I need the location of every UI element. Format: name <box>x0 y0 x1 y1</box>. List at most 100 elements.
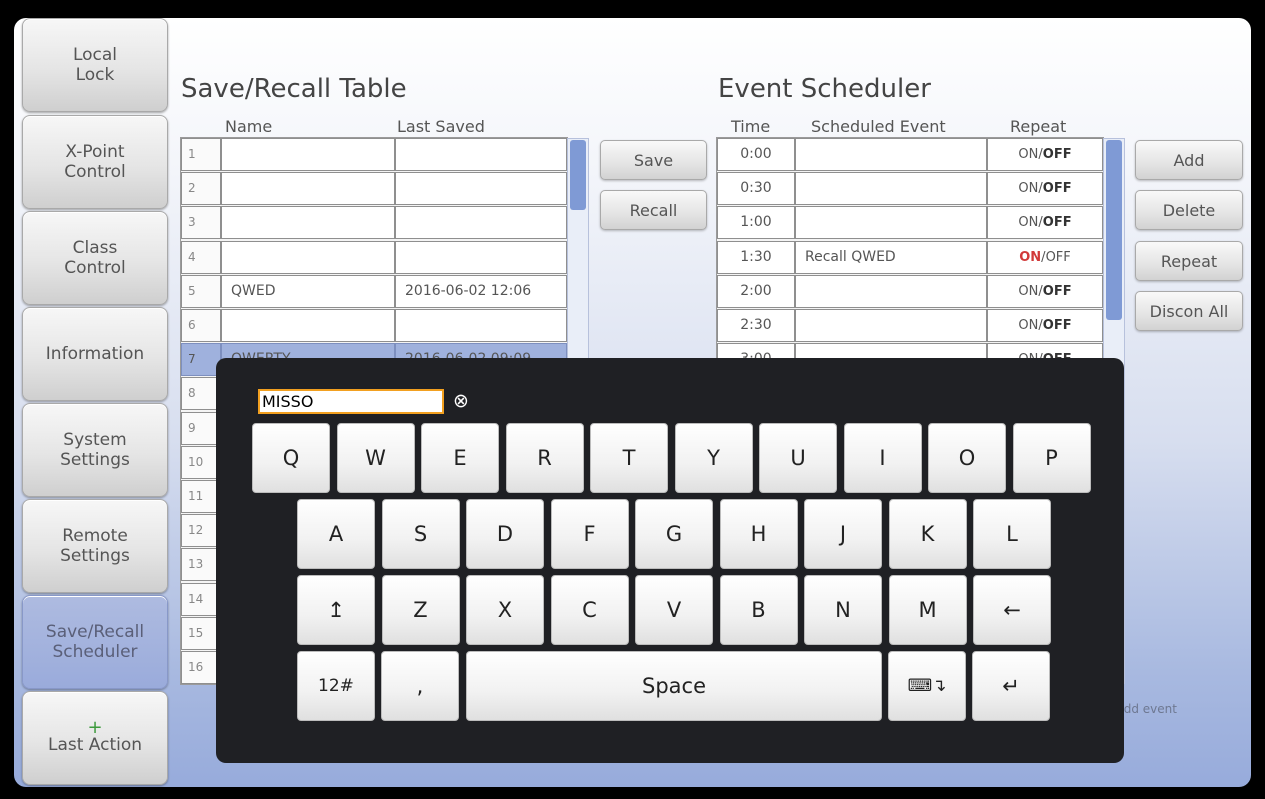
column-header-last-saved: Last Saved <box>397 117 485 136</box>
row-number: 8 <box>181 377 221 411</box>
row-name: QWED <box>221 274 395 308</box>
sidebar-item-information[interactable]: Information <box>22 307 168 401</box>
onscreen-keyboard: MISSO ⊗ Q W E R T Y U I O P A S D F G H J K L ↥ Z X C V B N M ← 12#,… <box>216 358 1124 763</box>
key-x[interactable]: X <box>466 575 544 645</box>
recall-button[interactable]: Recall <box>600 190 707 230</box>
schedule-row[interactable]: 2:30 ON/OFF <box>717 309 1103 342</box>
sidebar-item-class-control[interactable]: Class Control <box>22 211 168 305</box>
key-u[interactable]: U <box>759 423 837 493</box>
schedule-time: 0:00 <box>717 138 795 171</box>
row-number: 14 <box>181 582 221 616</box>
sidebar-item-save-recall-scheduler[interactable]: Save/Recall Scheduler <box>22 595 168 689</box>
key-comma[interactable]: , <box>381 651 459 721</box>
save-recall-scrollbar-thumb[interactable] <box>570 140 586 210</box>
scheduled-event <box>795 172 987 206</box>
key-c[interactable]: C <box>550 575 629 645</box>
sidebar-item-label: Class Control <box>64 238 126 278</box>
row-number: 11 <box>181 480 221 513</box>
save-button[interactable]: Save <box>600 140 707 180</box>
key-y[interactable]: Y <box>674 423 753 493</box>
key-o[interactable]: O <box>928 423 1006 493</box>
row-number: 1 <box>181 138 221 171</box>
backspace-key[interactable]: ← <box>973 575 1051 645</box>
table-row[interactable]: 6 <box>181 309 567 342</box>
row-number: 10 <box>181 445 221 479</box>
column-header-scheduled-event: Scheduled Event <box>811 117 946 136</box>
key-z[interactable]: Z <box>381 575 460 645</box>
save-recall-title: Save/Recall Table <box>181 74 407 104</box>
schedule-row[interactable]: 1:30 Recall QWED ON/OFF <box>717 240 1103 274</box>
key-h[interactable]: H <box>719 499 798 569</box>
repeat-toggle[interactable]: ON/OFF <box>987 206 1103 240</box>
row-number: 6 <box>181 309 221 342</box>
key-r[interactable]: R <box>505 423 584 493</box>
key-s[interactable]: S <box>381 499 460 569</box>
key-q[interactable]: Q <box>252 423 330 493</box>
key-t[interactable]: T <box>590 423 668 493</box>
schedule-row[interactable]: 1:00 ON/OFF <box>717 206 1103 240</box>
row-number: 3 <box>181 206 221 240</box>
key-n[interactable]: N <box>804 575 882 645</box>
key-v[interactable]: V <box>635 575 713 645</box>
numbers-symbols-key[interactable]: 12# <box>297 651 375 721</box>
sidebar-item-system-settings[interactable]: System Settings <box>22 403 168 497</box>
schedule-row[interactable]: 0:00 ON/OFF <box>717 138 1103 171</box>
delete-button[interactable]: Delete <box>1135 190 1243 230</box>
space-key[interactable]: Space <box>466 651 882 721</box>
repeat-toggle[interactable]: ON/OFF <box>987 240 1103 274</box>
key-j[interactable]: J <box>804 499 882 569</box>
schedule-time: 2:30 <box>717 309 795 342</box>
add-button[interactable]: Add <box>1135 140 1243 180</box>
sidebar-item-local-lock[interactable]: Local Lock <box>22 18 168 112</box>
repeat-off-label: OFF <box>1042 147 1072 162</box>
row-last-saved: 2016-06-02 12:06 <box>395 274 567 308</box>
repeat-on-label: ON <box>1018 318 1039 333</box>
row-name <box>221 309 395 342</box>
key-b[interactable]: B <box>719 575 798 645</box>
schedule-time: 1:00 <box>717 206 795 240</box>
schedule-row[interactable]: 2:00 ON/OFF <box>717 274 1103 308</box>
sidebar-item-last-action[interactable]: + Last Action <box>22 691 168 785</box>
hide-keyboard-key[interactable]: ⌨↴ <box>888 651 966 721</box>
enter-key[interactable]: ↵ <box>972 651 1050 721</box>
shift-key[interactable]: ↥ <box>297 575 375 645</box>
repeat-toggle[interactable]: ON/OFF <box>987 172 1103 206</box>
sidebar-item-label: Local Lock <box>72 45 118 85</box>
keyboard-text-input[interactable]: MISSO <box>258 389 444 414</box>
table-row[interactable]: 1 <box>181 138 567 171</box>
key-i[interactable]: I <box>843 423 922 493</box>
key-d[interactable]: D <box>466 499 544 569</box>
key-w[interactable]: W <box>336 423 415 493</box>
key-p[interactable]: P <box>1012 423 1091 493</box>
row-number: 13 <box>181 548 221 582</box>
repeat-toggle[interactable]: ON/OFF <box>987 138 1103 171</box>
schedule-row[interactable]: 0:30 ON/OFF <box>717 172 1103 206</box>
row-last-saved <box>395 206 567 240</box>
key-e[interactable]: E <box>421 423 499 493</box>
key-f[interactable]: F <box>550 499 629 569</box>
repeat-toggle[interactable]: ON/OFF <box>987 309 1103 342</box>
key-g[interactable]: G <box>635 499 713 569</box>
table-row[interactable]: 3 <box>181 206 567 240</box>
table-row[interactable]: 2 <box>181 172 567 206</box>
sidebar: Local Lock X-Point Control Class Control… <box>22 18 168 787</box>
sidebar-item-remote-settings[interactable]: Remote Settings <box>22 499 168 593</box>
repeat-button[interactable]: Repeat <box>1135 241 1243 281</box>
row-number: 9 <box>181 411 221 445</box>
key-m[interactable]: M <box>888 575 967 645</box>
repeat-toggle[interactable]: ON/OFF <box>987 274 1103 308</box>
key-k[interactable]: K <box>888 499 967 569</box>
column-header-repeat: Repeat <box>1010 117 1067 136</box>
event-scrollbar-thumb[interactable] <box>1106 140 1122 320</box>
clear-input-icon[interactable]: ⊗ <box>453 389 469 413</box>
table-row[interactable]: 4 <box>181 240 567 274</box>
sidebar-item-x-point-control[interactable]: X-Point Control <box>22 115 168 209</box>
row-number: 5 <box>181 274 221 308</box>
repeat-on-label: ON <box>1019 249 1042 265</box>
key-a[interactable]: A <box>297 499 375 569</box>
sidebar-item-label: System Settings <box>60 430 130 470</box>
key-l[interactable]: L <box>973 499 1051 569</box>
discon-all-button[interactable]: Discon All <box>1135 291 1243 331</box>
table-row[interactable]: 5 QWED 2016-06-02 12:06 <box>181 274 567 308</box>
row-number: 7 <box>181 343 221 377</box>
